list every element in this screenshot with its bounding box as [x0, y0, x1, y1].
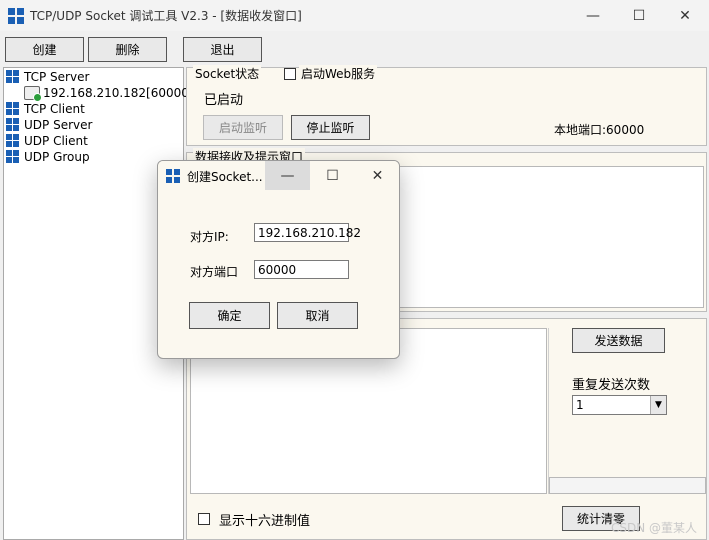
stop-listen-button[interactable]: 停止监听 [291, 115, 370, 140]
close-button[interactable]: ✕ [662, 0, 708, 31]
tree-item-tcp-server[interactable]: TCP Server [6, 69, 89, 85]
repeat-count-value: 1 [576, 398, 584, 412]
tree-item-tcp-client[interactable]: TCP Client [6, 101, 85, 117]
exit-button[interactable]: 退出 [183, 37, 262, 62]
local-port-text: 本地端口:60000 [554, 123, 645, 137]
tree-item-label: 192.168.210.182[60000] [43, 86, 194, 100]
title-bar: TCP/UDP Socket 调试工具 V2.3 - [数据收发窗口] — ☐ … [0, 0, 709, 31]
app-icon [8, 8, 24, 24]
tree-item-label: UDP Client [24, 134, 88, 148]
send-data-button[interactable]: 发送数据 [572, 328, 665, 353]
status-strip [549, 477, 706, 494]
dialog-minimize-button[interactable]: — [265, 161, 310, 190]
socket-status-text: 已启动 [204, 93, 244, 108]
dialog-maximize-button[interactable]: ☐ [310, 161, 355, 190]
chevron-down-icon[interactable]: ▼ [650, 396, 666, 414]
create-button[interactable]: 创建 [5, 37, 84, 62]
dialog-title-bar: 创建Socket... — ☐ ✕ [158, 161, 399, 190]
tree-item-udp-client[interactable]: UDP Client [6, 133, 88, 149]
repeat-count-label: 重复发送次数 [572, 378, 651, 393]
hex-display-label: 显示十六进制值 [219, 514, 311, 529]
repeat-count-select[interactable]: 1 ▼ [572, 395, 667, 415]
peer-ip-input[interactable]: 192.168.210.182 [254, 223, 361, 242]
minimize-button[interactable]: — [570, 0, 616, 31]
hex-display-checkbox[interactable] [198, 513, 210, 525]
tree-item-udp-server[interactable]: UDP Server [6, 117, 92, 133]
watermark-text: CSDN @董某人 [611, 521, 698, 535]
maximize-button[interactable]: ☐ [616, 0, 662, 31]
socket-type-icon [6, 102, 20, 116]
peer-port-label: 对方端口 [190, 265, 239, 279]
window-title: TCP/UDP Socket 调试工具 V2.3 - [数据收发窗口] [30, 9, 302, 23]
socket-status-label: Socket状态 [193, 65, 262, 82]
socket-type-icon [6, 70, 20, 84]
tree-item-label: UDP Group [24, 150, 90, 164]
dialog-close-button[interactable]: ✕ [355, 161, 399, 190]
tree-item-udp-group[interactable]: UDP Group [6, 149, 90, 165]
socket-type-icon [6, 150, 20, 164]
tree-item-label: TCP Client [24, 102, 85, 116]
ok-button[interactable]: 确定 [189, 302, 270, 329]
web-service-checkbox[interactable] [284, 68, 296, 80]
delete-button[interactable]: 删除 [88, 37, 167, 62]
tree-item-label: UDP Server [24, 118, 93, 132]
start-listen-button[interactable]: 启动监听 [203, 115, 283, 140]
send-divider [548, 328, 549, 494]
dialog-title: 创建Socket... [187, 170, 263, 184]
peer-port-input[interactable]: 60000 [254, 260, 349, 279]
socket-type-icon [6, 118, 20, 132]
tree-item-connection[interactable]: 192.168.210.182[60000] [24, 85, 194, 102]
peer-ip-label: 对方IP: [190, 230, 229, 244]
dialog-app-icon [166, 169, 180, 183]
cancel-button[interactable]: 取消 [277, 302, 358, 329]
socket-type-icon [6, 134, 20, 148]
create-socket-dialog: 创建Socket... — ☐ ✕ 对方IP: 192.168.210.182 … [157, 160, 400, 359]
web-service-label: 启动Web服务 [299, 65, 378, 82]
connection-active-icon [24, 86, 42, 102]
tree-item-label: TCP Server [24, 70, 90, 84]
